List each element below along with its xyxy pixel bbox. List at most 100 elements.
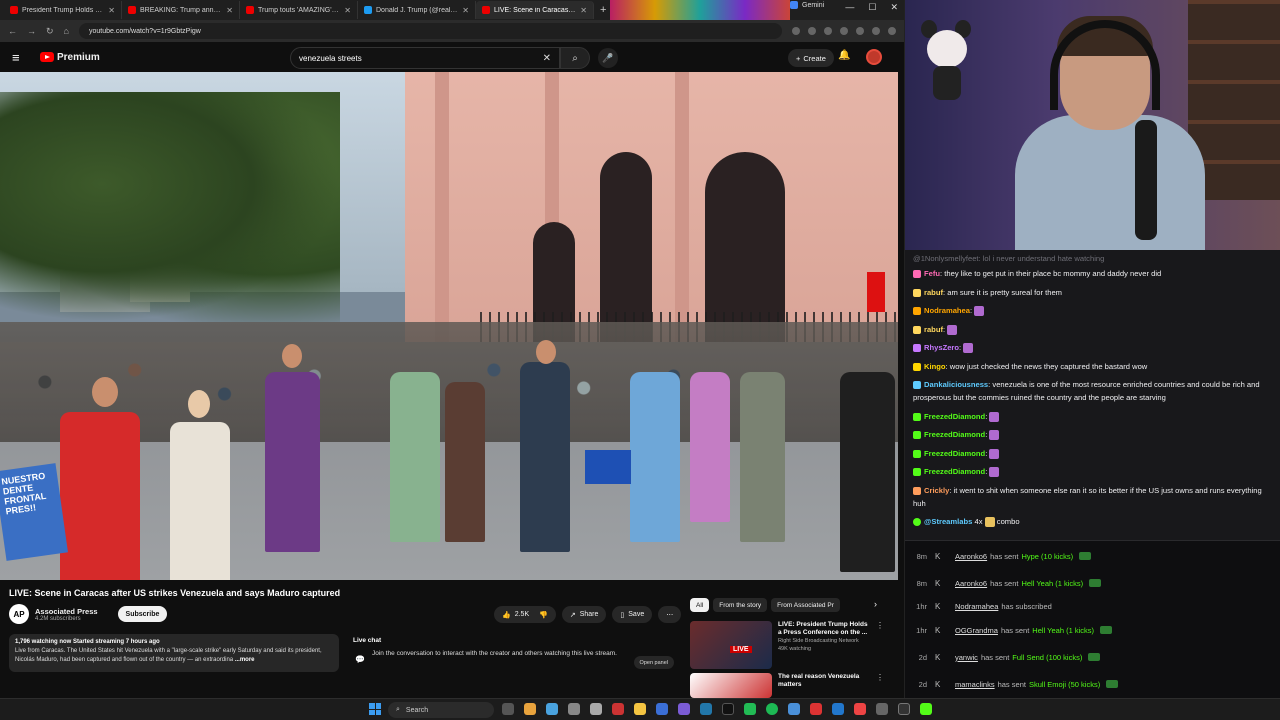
event-username[interactable]: Aaronko6: [955, 552, 987, 561]
notifications-button[interactable]: 🔔: [838, 50, 850, 61]
hamburger-menu-icon[interactable]: ≡: [12, 50, 26, 65]
taskbar-search[interactable]: ⌕ Search: [388, 702, 494, 718]
clear-icon[interactable]: ✕: [543, 53, 551, 64]
chat-username[interactable]: FreezedDiamond: [924, 449, 985, 458]
chip-from-channel[interactable]: From Associated Pr: [771, 598, 840, 612]
event-username[interactable]: OGGrandma: [955, 626, 998, 635]
folder-icon[interactable]: [634, 703, 646, 715]
home-icon[interactable]: ⌂: [64, 26, 69, 36]
chat-username[interactable]: @Streamlabs: [924, 517, 972, 526]
chat-username[interactable]: rabuf: [924, 325, 943, 334]
chat-username[interactable]: FreezedDiamond: [924, 412, 985, 421]
browser-tab[interactable]: President Trump Holds a P ✕: [4, 1, 122, 19]
chat-username[interactable]: Kingo: [924, 362, 946, 371]
voice-search-button[interactable]: 🎤: [598, 48, 618, 68]
close-icon[interactable]: ✕: [344, 6, 351, 15]
forward-icon[interactable]: →: [27, 26, 36, 36]
kick-icon[interactable]: [920, 703, 932, 715]
chat-username[interactable]: Crickly: [924, 486, 949, 495]
create-button[interactable]: + Create: [788, 49, 834, 67]
app-icon[interactable]: [876, 703, 888, 715]
chat-username[interactable]: Nodramahea: [924, 306, 970, 315]
back-icon[interactable]: ←: [8, 26, 17, 36]
app-icon[interactable]: [898, 703, 910, 715]
app-icon[interactable]: [590, 703, 602, 715]
description-box[interactable]: 1,796 watching now Started streaming 7 h…: [9, 634, 339, 672]
thumbs-down-icon[interactable]: 👎: [539, 611, 548, 619]
event-username[interactable]: mamaclinks: [955, 680, 995, 689]
channel-name[interactable]: Associated Press: [35, 607, 98, 616]
chip-from-story[interactable]: From the story: [713, 598, 768, 612]
event-username[interactable]: yanwic: [955, 653, 978, 662]
chip-all[interactable]: All: [690, 598, 710, 612]
close-icon[interactable]: ✕: [462, 6, 469, 15]
channel-avatar[interactable]: AP: [9, 604, 29, 624]
profile-icon[interactable]: [872, 27, 880, 35]
task-view-icon[interactable]: [502, 703, 514, 715]
video-player[interactable]: NUESTRO DENTE FRONTAL PRES!!: [0, 72, 898, 580]
close-icon[interactable]: ✕: [226, 6, 233, 15]
extension-icon[interactable]: [824, 27, 832, 35]
app-icon[interactable]: [722, 703, 734, 715]
browser-tab[interactable]: Donald J. Trump (@realDon ✕: [358, 1, 476, 19]
browser-tab-active[interactable]: LIVE: Scene in Caracas after US✕: [476, 1, 594, 19]
reload-icon[interactable]: ↻: [46, 26, 54, 37]
star-icon[interactable]: [808, 27, 816, 35]
app-icon[interactable]: [832, 703, 844, 715]
chat-username[interactable]: RhysZero: [924, 343, 959, 352]
app-icon[interactable]: [700, 703, 712, 715]
save-button[interactable]: ▯ Save: [612, 606, 653, 623]
recommendation-title[interactable]: The real reason Venezuela matters: [778, 673, 870, 689]
open-panel-button[interactable]: Open panel: [633, 656, 674, 669]
share-button[interactable]: ↗ Share: [561, 606, 607, 623]
chat-username[interactable]: rabuf: [924, 288, 943, 297]
app-icon[interactable]: [568, 703, 580, 715]
app-icon[interactable]: [788, 703, 800, 715]
more-actions-button[interactable]: ⋯: [658, 606, 682, 623]
more-icon[interactable]: ⋮: [876, 673, 884, 698]
url-field[interactable]: youtube.com/watch?v=1r9GbtzPigw: [78, 23, 782, 39]
event-username[interactable]: Aaronko6: [955, 579, 987, 588]
extension-icon[interactable]: [792, 27, 800, 35]
recommendation-title[interactable]: LIVE: President Trump Holds a Press Conf…: [778, 621, 870, 637]
app-icon[interactable]: [854, 703, 866, 715]
browser-tab[interactable]: Trump touts 'AMAZING' captur ✕: [240, 1, 358, 19]
windows-start-icon[interactable]: [369, 703, 381, 715]
browser-icon[interactable]: [524, 703, 536, 715]
app-icon[interactable]: [744, 703, 756, 715]
close-icon[interactable]: ✕: [580, 6, 587, 15]
recommendation-thumbnail[interactable]: LIVE: [690, 621, 772, 669]
minimize-icon[interactable]: —: [845, 2, 854, 13]
discord-icon[interactable]: [678, 703, 690, 715]
browser-tab[interactable]: BREAKING: Trump announces ✕: [122, 1, 240, 19]
browser-icon[interactable]: [546, 703, 558, 715]
avatar[interactable]: [866, 49, 882, 65]
maximize-icon[interactable]: ☐: [868, 2, 876, 13]
recommendation-item[interactable]: The real reason Venezuela matters ⋮: [690, 673, 895, 698]
spotify-icon[interactable]: [766, 703, 778, 715]
chat-username[interactable]: FreezedDiamond: [924, 430, 985, 439]
more-icon[interactable]: ⋮: [876, 621, 884, 669]
chevron-right-icon[interactable]: ›: [874, 599, 877, 609]
browser-tab[interactable]: Gemini: [790, 1, 824, 9]
chat-username[interactable]: Dankaliciousness: [924, 380, 988, 389]
extension-icon[interactable]: [856, 27, 864, 35]
chat-username[interactable]: FreezedDiamond: [924, 467, 985, 476]
app-icon[interactable]: [810, 703, 822, 715]
chat-username[interactable]: Fefu: [924, 269, 940, 278]
search-button[interactable]: ⌕: [560, 47, 590, 69]
app-icon[interactable]: [656, 703, 668, 715]
close-icon[interactable]: ✕: [890, 2, 898, 13]
youtube-logo[interactable]: Premium: [40, 52, 100, 63]
subscribe-button[interactable]: Subscribe: [117, 606, 168, 622]
event-username[interactable]: Nodramahea: [955, 602, 998, 611]
recommendation-thumbnail[interactable]: [690, 673, 772, 698]
search-input[interactable]: venezuela streets ✕: [290, 47, 560, 69]
close-icon[interactable]: ✕: [108, 6, 115, 15]
menu-icon[interactable]: [888, 27, 896, 35]
app-icon[interactable]: [612, 703, 624, 715]
more-link[interactable]: ...more: [235, 657, 255, 663]
recommendation-item[interactable]: LIVE LIVE: President Trump Holds a Press…: [690, 621, 895, 669]
extension-icon[interactable]: [840, 27, 848, 35]
like-button[interactable]: 👍 2.5K 👎: [494, 606, 556, 623]
